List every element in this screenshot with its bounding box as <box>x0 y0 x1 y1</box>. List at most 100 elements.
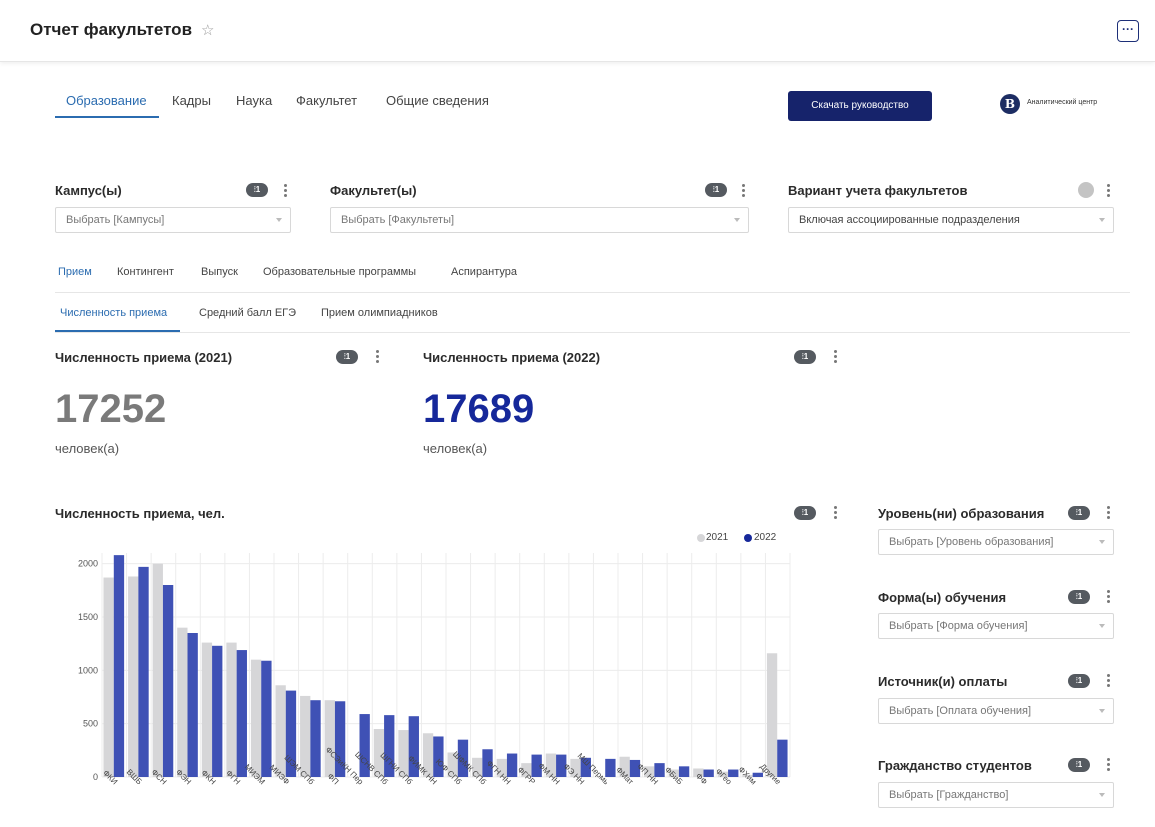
education-level-badge[interactable]: ⫶1 <box>1068 506 1090 520</box>
subtab-admission-count[interactable]: Численность приема <box>60 307 167 319</box>
citizenship-menu-icon[interactable] <box>1106 758 1110 773</box>
citizenship-badge[interactable]: ⫶1 <box>1068 758 1090 772</box>
bar-2022 <box>236 650 247 777</box>
campus-filter-label: Кампус(ы) <box>55 183 122 198</box>
chart-menu-icon[interactable] <box>833 506 837 521</box>
brand-logo: В <box>1000 94 1020 114</box>
tab-education[interactable]: Образование <box>66 93 147 108</box>
variant-menu-icon[interactable] <box>1106 184 1110 199</box>
admission-bar-chart: 0500100015002000ФКИ ВШБ ФСН ФЭН ФКН ФГН МИЭМ МИ… <box>78 553 791 787</box>
bar-2022 <box>605 758 616 777</box>
campus-select[interactable]: Выбрать [Кампусы] <box>55 207 291 233</box>
chart-title: Численность приема, чел. <box>55 506 225 521</box>
bar-2021 <box>226 642 237 777</box>
section-tab-admission[interactable]: Прием <box>58 266 92 278</box>
tab-staff[interactable]: Кадры <box>172 93 211 108</box>
tab-science[interactable]: Наука <box>236 93 272 108</box>
bar-2022 <box>138 566 149 777</box>
chevron-down-icon <box>1099 709 1105 713</box>
subtab-olympiad[interactable]: Прием олимпиадников <box>321 307 438 319</box>
bar-2021 <box>103 577 114 777</box>
kpi-2022-title: Численность приема (2022) <box>423 350 601 365</box>
y-tick-label: 1500 <box>78 612 98 622</box>
subtab-exam-score[interactable]: Средний балл ЕГЭ <box>199 307 296 319</box>
study-form-label: Форма(ы) обучения <box>878 590 1007 605</box>
payment-source-label: Источник(и) оплаты <box>878 674 1008 689</box>
study-form-placeholder: Выбрать [Форма обучения] <box>889 620 1028 632</box>
kpi-2021-unit: человек(а) <box>55 441 120 456</box>
study-form-menu-icon[interactable] <box>1106 590 1110 605</box>
kpi-2021-title: Численность приема (2021) <box>55 350 233 365</box>
chevron-down-icon <box>1099 793 1105 797</box>
section-tabs-divider <box>55 292 1130 293</box>
education-level-menu-icon[interactable] <box>1106 506 1110 521</box>
bar-2022 <box>113 555 125 777</box>
bar-2022 <box>212 645 223 777</box>
bar-2021 <box>275 685 286 777</box>
payment-source-placeholder: Выбрать [Оплата обучения] <box>889 705 1032 717</box>
citizenship-select[interactable]: Выбрать [Гражданство] <box>878 782 1114 808</box>
faculty-filter-label: Факультет(ы) <box>330 183 417 198</box>
chart-filter-badge[interactable]: ⫶1 <box>794 506 816 520</box>
bar-2021 <box>152 563 163 777</box>
study-form-select[interactable]: Выбрать [Форма обучения] <box>878 613 1114 639</box>
bar-2021 <box>250 659 262 777</box>
bar-2022 <box>187 633 198 777</box>
more-options-button[interactable]: ··· <box>1117 20 1139 42</box>
chevron-down-icon <box>1099 218 1105 222</box>
bar-2022 <box>777 739 788 777</box>
bar-2021 <box>766 653 778 777</box>
chevron-down-icon <box>734 218 740 222</box>
bar-2021 <box>177 627 188 777</box>
section-tab-contingent[interactable]: Контингент <box>117 266 174 278</box>
campus-select-placeholder: Выбрать [Кампусы] <box>66 214 165 226</box>
variant-filter-label: Вариант учета факультетов <box>788 183 968 198</box>
bar-2022 <box>162 585 174 777</box>
bar-2021 <box>201 642 213 777</box>
y-tick-label: 0 <box>93 772 98 782</box>
campus-filter-badge[interactable]: ⫶1 <box>246 183 268 197</box>
bar-2021 <box>128 576 139 777</box>
bar-2022 <box>310 700 321 777</box>
faculty-select[interactable]: Выбрать [Факультеты] <box>330 207 749 233</box>
kpi-2022-filter-badge[interactable]: ⫶1 <box>794 350 816 364</box>
page-title: Отчет факультетов <box>30 20 193 39</box>
payment-source-badge[interactable]: ⫶1 <box>1068 674 1090 688</box>
tab-general-info[interactable]: Общие сведения <box>386 93 489 108</box>
faculty-menu-icon[interactable] <box>741 184 745 199</box>
legend-2021-label: 2021 <box>706 532 729 543</box>
campus-menu-icon[interactable] <box>283 184 287 199</box>
citizenship-placeholder: Выбрать [Гражданство] <box>889 789 1009 801</box>
kpi-2021-menu-icon[interactable] <box>375 350 379 365</box>
legend-2022-label: 2022 <box>754 532 777 543</box>
kpi-2021-filter-badge[interactable]: ⫶1 <box>336 350 358 364</box>
bar-2021 <box>324 700 335 777</box>
section-tab-programs[interactable]: Образовательные программы <box>263 266 416 278</box>
variant-filter-icon[interactable] <box>1078 182 1094 198</box>
chevron-down-icon <box>1099 540 1105 544</box>
y-tick-label: 2000 <box>78 559 98 569</box>
download-guide-button[interactable]: Скачать руководство <box>788 91 932 121</box>
section-tab-postgraduate[interactable]: Аспирантура <box>451 266 517 278</box>
brand-name: Аналитический центр <box>1027 99 1098 106</box>
section-tab-graduation[interactable]: Выпуск <box>201 266 238 278</box>
education-level-placeholder: Выбрать [Уровень образования] <box>889 536 1054 548</box>
faculty-filter-badge[interactable]: ⫶1 <box>705 183 727 197</box>
top-bar: Отчет факультетов ☆ ··· <box>0 0 1155 62</box>
education-level-select[interactable]: Выбрать [Уровень образования] <box>878 529 1114 555</box>
kpi-2022-menu-icon[interactable] <box>833 350 837 365</box>
chevron-down-icon <box>1099 624 1105 628</box>
education-level-label: Уровень(ни) образования <box>878 506 1045 521</box>
kpi-2022-unit: человек(а) <box>423 441 488 456</box>
star-icon[interactable]: ☆ <box>201 21 214 39</box>
active-tab-indicator <box>55 116 159 118</box>
payment-source-select[interactable]: Выбрать [Оплата обучения] <box>878 698 1114 724</box>
study-form-badge[interactable]: ⫶1 <box>1068 590 1090 604</box>
citizenship-label: Гражданство студентов <box>878 758 1032 773</box>
variant-select[interactable]: Включая ассоциированные подразделения <box>788 207 1114 233</box>
payment-source-menu-icon[interactable] <box>1106 674 1110 689</box>
tab-faculty[interactable]: Факультет <box>296 93 357 108</box>
kpi-2022-value: 17689 <box>423 387 535 431</box>
y-tick-label: 1000 <box>78 665 98 675</box>
legend-2022-marker <box>744 534 752 542</box>
